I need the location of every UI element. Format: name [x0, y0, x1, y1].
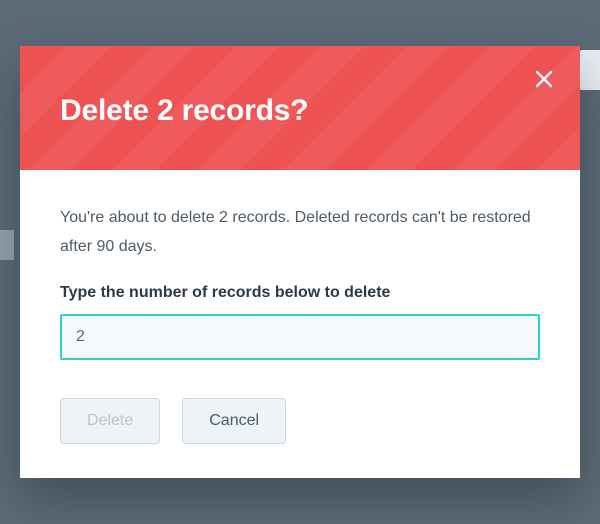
- warning-text: You're about to delete 2 records. Delete…: [60, 204, 540, 262]
- confirm-input-label: Type the number of records below to dele…: [60, 284, 540, 302]
- modal-header: Delete 2 records?: [20, 46, 580, 170]
- delete-button[interactable]: Delete: [60, 398, 160, 444]
- close-button[interactable]: [530, 66, 558, 94]
- modal-footer: Delete Cancel: [20, 380, 580, 478]
- confirm-count-input[interactable]: [60, 314, 540, 360]
- modal-title: Delete 2 records?: [60, 94, 540, 128]
- close-icon: [534, 69, 554, 92]
- cancel-button[interactable]: Cancel: [182, 398, 286, 444]
- delete-confirmation-modal: Delete 2 records? You're about to delete…: [20, 46, 580, 478]
- background-fragment: [0, 230, 14, 260]
- background-fragment: [580, 50, 600, 90]
- modal-body: You're about to delete 2 records. Delete…: [20, 170, 580, 380]
